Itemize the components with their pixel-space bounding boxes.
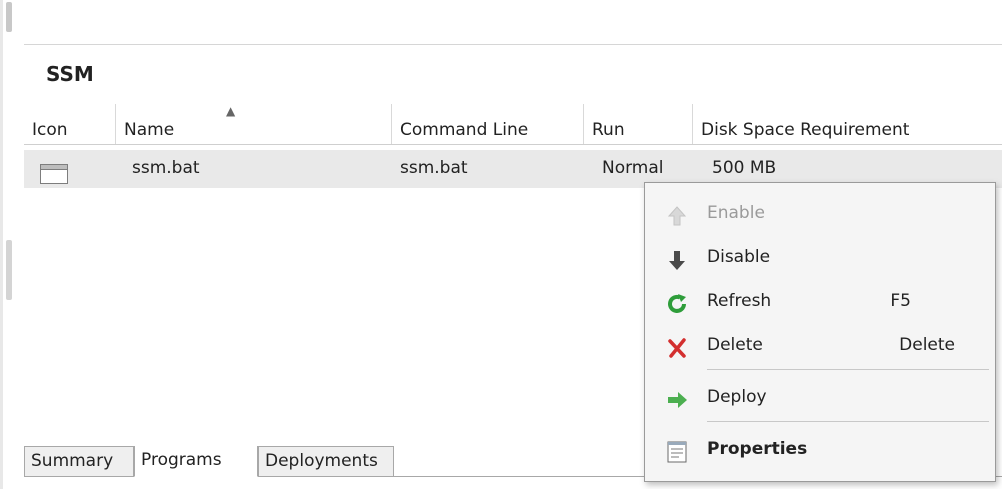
cell-disk-space: 500 MB	[712, 158, 777, 178]
column-header-command-line[interactable]: Command Line	[392, 104, 584, 144]
menu-item-enable[interactable]: Enable	[645, 195, 995, 235]
table-header: Icon ▲ Name Command Line Run Disk Space …	[24, 104, 1002, 145]
cell-run: Normal	[602, 158, 664, 178]
column-header-disk-space[interactable]: Disk Space Requirement	[693, 104, 1002, 144]
scrollbar-thumb-lower[interactable]	[6, 240, 12, 300]
left-scroll-strip	[0, 0, 24, 489]
refresh-icon	[665, 292, 689, 316]
deploy-arrow-icon	[665, 388, 689, 412]
properties-icon	[665, 440, 689, 464]
menu-item-delete[interactable]: Delete Delete	[645, 327, 995, 367]
scrollbar-thumb[interactable]	[6, 2, 12, 32]
context-menu: Enable Disable Refresh F5 Delete Delete …	[644, 182, 996, 482]
menu-item-properties[interactable]: Properties	[645, 431, 995, 471]
menu-separator	[707, 421, 989, 422]
menu-separator	[707, 369, 989, 370]
left-edge	[0, 0, 3, 489]
down-arrow-icon	[665, 248, 689, 272]
cell-command-line: ssm.bat	[400, 158, 468, 178]
menu-item-deploy[interactable]: Deploy	[645, 379, 995, 419]
tab-deployments[interactable]: Deployments	[258, 446, 394, 477]
delete-x-icon	[665, 336, 689, 360]
menu-item-refresh[interactable]: Refresh F5	[645, 283, 995, 323]
delete-shortcut: Delete	[899, 335, 955, 355]
panel-title: SSM	[46, 62, 94, 86]
tab-summary[interactable]: Summary	[24, 446, 134, 477]
top-band	[24, 0, 1002, 45]
cell-name: ssm.bat	[132, 158, 200, 178]
column-header-run[interactable]: Run	[584, 104, 693, 144]
refresh-shortcut: F5	[890, 291, 911, 311]
tab-programs[interactable]: Programs	[134, 446, 258, 477]
sort-ascending-icon: ▲	[226, 104, 236, 118]
menu-item-disable[interactable]: Disable	[645, 239, 995, 279]
up-arrow-icon	[665, 204, 689, 228]
column-header-name[interactable]: ▲ Name	[116, 104, 392, 144]
program-window-icon	[40, 164, 68, 184]
column-header-icon[interactable]: Icon	[24, 104, 116, 144]
